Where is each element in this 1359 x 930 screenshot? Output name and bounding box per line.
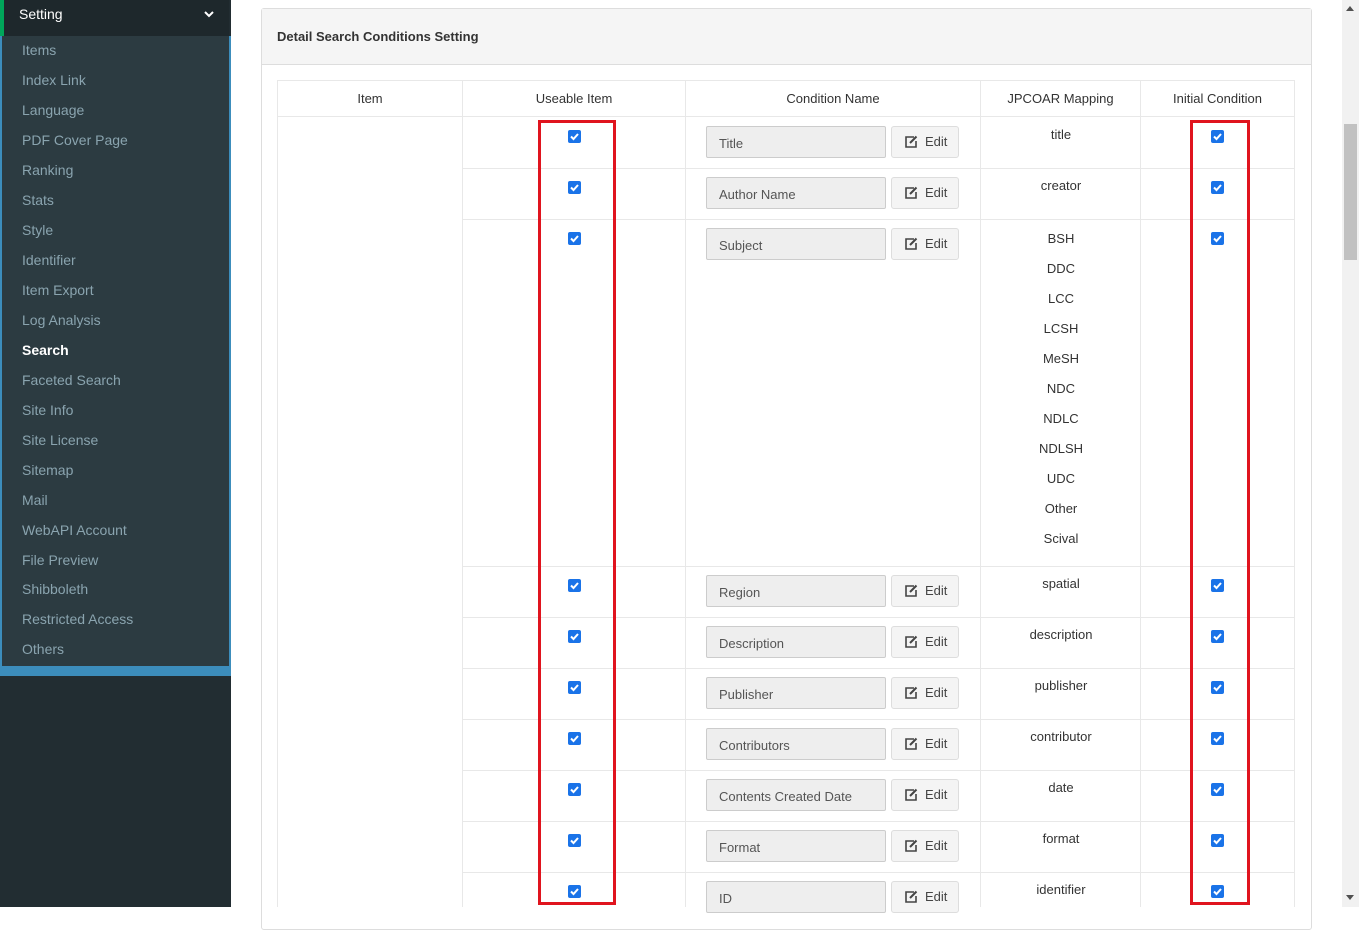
jpcoar-mapping-value: UDC bbox=[1046, 471, 1076, 486]
edit-button[interactable]: Edit bbox=[891, 881, 959, 913]
condition-name-field[interactable]: Description bbox=[706, 626, 886, 658]
scrollbar-thumb[interactable] bbox=[1344, 124, 1357, 260]
edit-button[interactable]: Edit bbox=[891, 830, 959, 862]
scroll-down-arrow-icon[interactable] bbox=[1346, 895, 1354, 900]
jpcoar-mapping-value: Other bbox=[1044, 501, 1078, 516]
column-header-item: Item bbox=[277, 80, 463, 117]
condition-name-field[interactable]: Title bbox=[706, 126, 886, 158]
edit-button-label: Edit bbox=[925, 185, 948, 200]
jpcoar-mapping-value: BSH bbox=[1047, 231, 1075, 246]
jpcoar-mapping-value: MeSH bbox=[1042, 351, 1080, 366]
sidebar-item-item-export[interactable]: Item Export bbox=[22, 282, 94, 298]
column-header-condition-name: Condition Name bbox=[685, 80, 981, 117]
jpcoar-mapping-value: description bbox=[1029, 627, 1093, 642]
edit-button[interactable]: Edit bbox=[891, 728, 959, 760]
jpcoar-mapping-value: DDC bbox=[1046, 261, 1076, 276]
edit-button[interactable]: Edit bbox=[891, 228, 959, 260]
edit-button-label: Edit bbox=[925, 634, 948, 649]
page-scrollbar[interactable] bbox=[1342, 0, 1359, 907]
jpcoar-mapping-value: NDLSH bbox=[1038, 441, 1084, 456]
jpcoar-mapping-value: spatial bbox=[1042, 576, 1080, 591]
jpcoar-mapping-value: format bbox=[1042, 831, 1080, 846]
sidebar-item-log-analysis[interactable]: Log Analysis bbox=[22, 312, 101, 328]
sidebar-item-items[interactable]: Items bbox=[22, 42, 56, 58]
edit-button[interactable]: Edit bbox=[891, 575, 959, 607]
edit-button-label: Edit bbox=[925, 787, 948, 802]
edit-button-label: Edit bbox=[925, 838, 948, 853]
condition-name-field[interactable]: Format bbox=[706, 830, 886, 862]
jpcoar-mapping-value: date bbox=[1048, 780, 1074, 795]
sidebar-item-webapi-account[interactable]: WebAPI Account bbox=[22, 522, 127, 538]
sidebar-item-pdf-cover-page[interactable]: PDF Cover Page bbox=[22, 132, 128, 148]
jpcoar-mapping-value: Scival bbox=[1043, 531, 1079, 546]
sidebar-item-site-license[interactable]: Site License bbox=[22, 432, 98, 448]
jpcoar-mapping-value: creator bbox=[1040, 178, 1082, 193]
sidebar-item-sitemap[interactable]: Sitemap bbox=[22, 462, 73, 478]
jpcoar-mapping-value: contributor bbox=[1030, 729, 1092, 744]
edit-button-label: Edit bbox=[925, 736, 948, 751]
useable-item-highlight bbox=[538, 120, 616, 905]
condition-name-field[interactable]: Region bbox=[706, 575, 886, 607]
column-header-jpcoar-mapping: JPCOAR Mapping bbox=[980, 80, 1141, 117]
sidebar-item-style[interactable]: Style bbox=[22, 222, 53, 238]
sidebar-item-identifier[interactable]: Identifier bbox=[22, 252, 76, 268]
jpcoar-mapping-value: LCC bbox=[1047, 291, 1074, 306]
edit-button[interactable]: Edit bbox=[891, 677, 959, 709]
edit-button-label: Edit bbox=[925, 134, 948, 149]
condition-name-field[interactable]: Contents Created Date bbox=[706, 779, 886, 811]
condition-name-field[interactable]: Publisher bbox=[706, 677, 886, 709]
condition-name-field[interactable]: Author Name bbox=[706, 177, 886, 209]
jpcoar-mapping-value: NDLC bbox=[1043, 411, 1079, 426]
edit-button[interactable]: Edit bbox=[891, 126, 959, 158]
sidebar-divider bbox=[0, 666, 231, 676]
edit-button-label: Edit bbox=[925, 685, 948, 700]
jpcoar-mapping-value: identifier bbox=[1036, 882, 1086, 897]
condition-name-field[interactable]: ID bbox=[706, 881, 886, 913]
sidebar-item-language[interactable]: Language bbox=[22, 102, 84, 118]
sidebar-menu: Items Index Link Language PDF Cover Page… bbox=[0, 36, 231, 666]
edit-button[interactable]: Edit bbox=[891, 177, 959, 209]
sidebar-item-mail[interactable]: Mail bbox=[22, 492, 48, 508]
sidebar: Setting Items Index Link Language PDF Co… bbox=[0, 0, 231, 907]
sidebar-section-setting[interactable]: Setting bbox=[0, 0, 229, 36]
sidebar-item-others[interactable]: Others bbox=[22, 641, 64, 657]
sidebar-item-stats[interactable]: Stats bbox=[22, 192, 54, 208]
sidebar-item-faceted-search[interactable]: Faceted Search bbox=[22, 372, 121, 388]
sidebar-item-search[interactable]: Search bbox=[22, 342, 69, 358]
column-divider bbox=[462, 80, 463, 907]
sidebar-item-ranking[interactable]: Ranking bbox=[22, 162, 73, 178]
condition-name-field[interactable]: Subject bbox=[706, 228, 886, 260]
edit-button-label: Edit bbox=[925, 236, 948, 251]
column-divider bbox=[685, 80, 686, 907]
chevron-down-icon bbox=[204, 11, 214, 18]
sidebar-section-label: Setting bbox=[19, 6, 63, 22]
scroll-up-arrow-icon[interactable] bbox=[1346, 6, 1354, 11]
jpcoar-mapping-value: NDC bbox=[1046, 381, 1076, 396]
sidebar-item-restricted-access[interactable]: Restricted Access bbox=[22, 611, 133, 627]
sidebar-item-index-link[interactable]: Index Link bbox=[22, 72, 86, 88]
edit-button[interactable]: Edit bbox=[891, 626, 959, 658]
edit-button-label: Edit bbox=[925, 889, 948, 904]
edit-button-label: Edit bbox=[925, 583, 948, 598]
initial-condition-highlight bbox=[1190, 120, 1250, 905]
panel-title: Detail Search Conditions Setting bbox=[277, 29, 479, 44]
sidebar-item-site-info[interactable]: Site Info bbox=[22, 402, 73, 418]
column-divider bbox=[1294, 80, 1295, 907]
panel-heading: Detail Search Conditions Setting bbox=[262, 9, 1311, 65]
column-header-initial-condition: Initial Condition bbox=[1140, 80, 1295, 117]
jpcoar-mapping-value: publisher bbox=[1034, 678, 1088, 693]
column-divider bbox=[277, 80, 278, 907]
sidebar-item-file-preview[interactable]: File Preview bbox=[22, 552, 98, 568]
jpcoar-mapping-value: LCSH bbox=[1043, 321, 1079, 336]
sidebar-item-shibboleth[interactable]: Shibboleth bbox=[22, 581, 88, 597]
edit-button[interactable]: Edit bbox=[891, 779, 959, 811]
column-header-useable-item: Useable Item bbox=[462, 80, 686, 117]
condition-name-field[interactable]: Contributors bbox=[706, 728, 886, 760]
jpcoar-mapping-value: title bbox=[1050, 127, 1072, 142]
